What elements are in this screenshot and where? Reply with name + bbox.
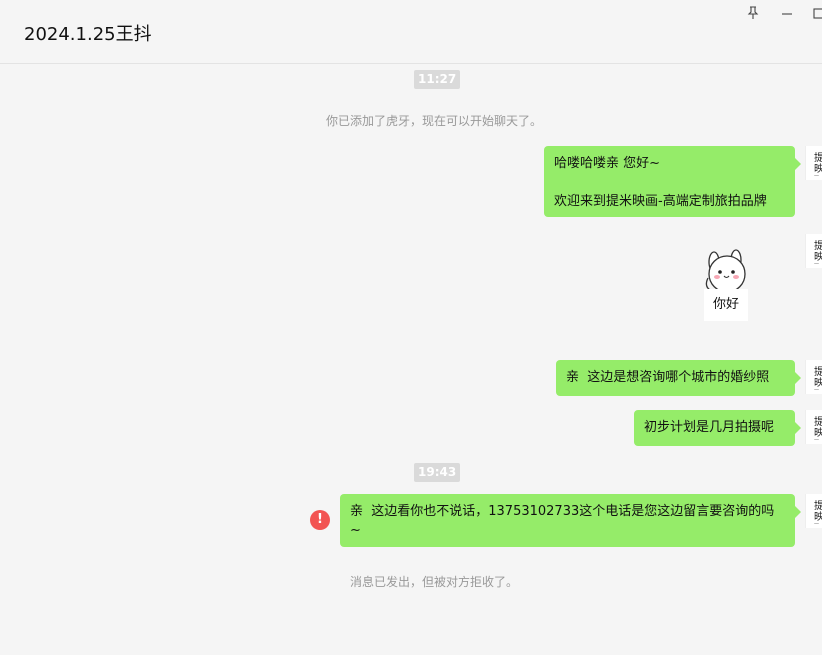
avatar-text: 一 [814, 522, 820, 528]
avatar-text: 一 [814, 438, 820, 444]
avatar-text: 一 [814, 262, 820, 268]
chat-header: 2024.1.25王抖 [0, 0, 822, 64]
message-text: 哈喽哈喽亲 您好~ [554, 156, 661, 171]
avatar[interactable]: 提 映 一 [805, 146, 822, 180]
system-message-added: 你已添加了虎牙，现在可以开始聊天了。 [326, 114, 543, 128]
avatar-text: 一 [814, 174, 820, 180]
pin-icon[interactable] [747, 6, 759, 20]
avatar-text: 一 [814, 388, 820, 394]
minimize-icon[interactable] [781, 7, 793, 19]
maximize-icon[interactable] [813, 7, 822, 19]
message-bubble[interactable]: 初步计划是几月拍摄呢 [634, 410, 801, 446]
message-text: 欢迎来到提米映画-高端定制旅拍品牌 [554, 194, 767, 209]
system-message-rejected: 消息已发出，但被对方拒收了。 [350, 575, 519, 589]
message-bubble[interactable]: 哈喽哈喽亲 您好~ 欢迎来到提米映画-高端定制旅拍品牌 [544, 146, 801, 217]
chat-title: 2024.1.25王抖 [24, 24, 152, 45]
message-text: 初步计划是几月拍摄呢 [644, 420, 775, 435]
exclamation-icon[interactable]: ! [310, 510, 330, 530]
message-text: 亲 这边是想咨询哪个城市的婚纱照 [566, 370, 770, 385]
sticker-caption: 你好 [704, 289, 748, 321]
message-bubble[interactable]: 亲 这边看你也不说话，13753102733这个电话是您这边留言要咨询的吗~ [340, 494, 801, 547]
avatar[interactable]: 提 映 一 [805, 234, 822, 268]
avatar[interactable]: 提 映 一 [805, 410, 822, 444]
timestamp: 19:43 [414, 463, 461, 482]
timestamp: 11:27 [414, 70, 461, 89]
avatar-text: 提 [814, 241, 822, 252]
avatar-text: 提 [814, 153, 822, 164]
avatar[interactable]: 提 映 一 [805, 360, 822, 394]
avatar-text: 提 [814, 501, 822, 512]
avatar-text: 提 [814, 367, 822, 378]
avatar[interactable]: 提 映 一 [805, 494, 822, 528]
message-bubble[interactable]: 亲 这边是想咨询哪个城市的婚纱照 [556, 360, 801, 396]
message-text: 亲 这边看你也不说话，13753102733这个电话是您这边留言要咨询的吗~ [350, 504, 775, 538]
avatar-text: 提 [814, 417, 822, 428]
